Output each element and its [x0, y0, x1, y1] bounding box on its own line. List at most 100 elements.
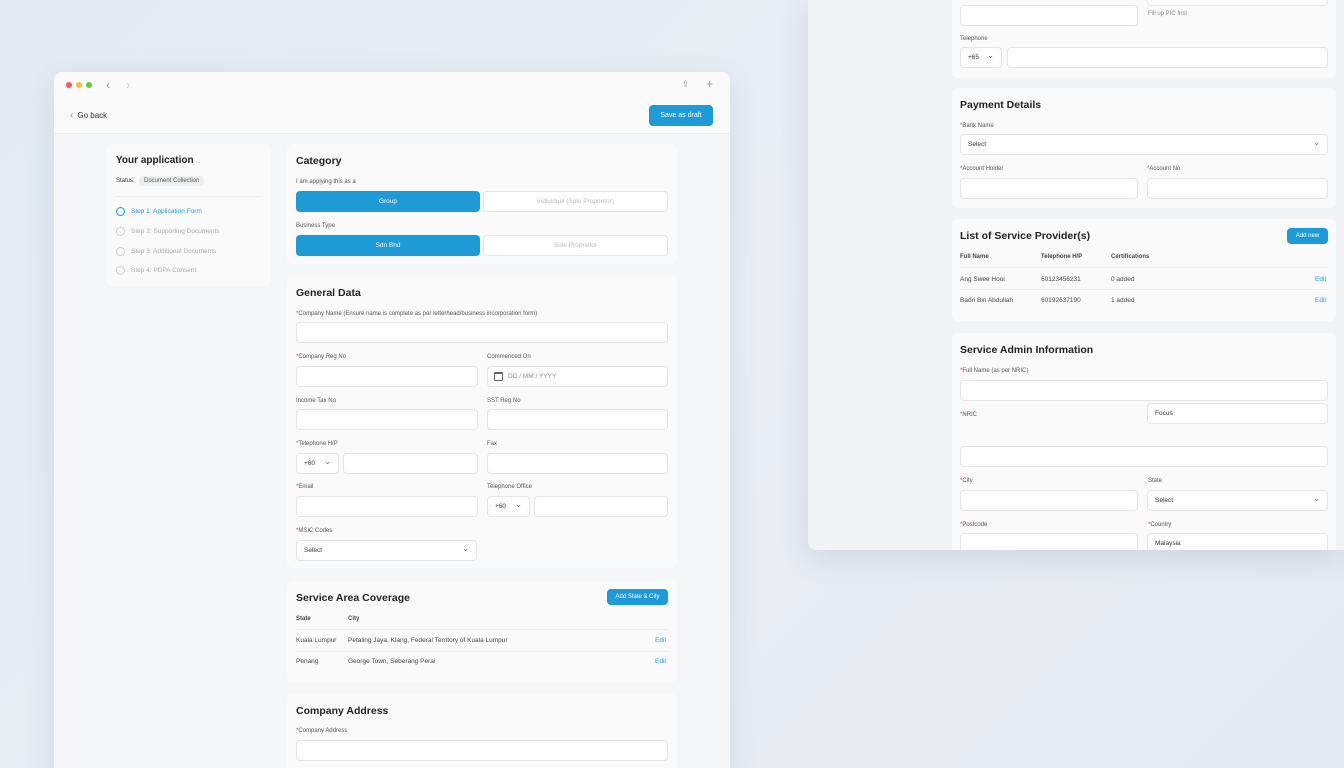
country-select[interactable]: Malaysia — [1147, 533, 1328, 550]
state-select[interactable]: Select ⌄ — [1147, 490, 1328, 511]
commenced-date-input[interactable]: DD / MM / YYYY — [487, 366, 668, 387]
company-reg-input[interactable] — [296, 366, 478, 387]
tel-office-code-select[interactable]: +60 ⌄ — [487, 496, 530, 517]
nric-label-text: NRIC — [962, 412, 978, 418]
role-value: Focus — [1155, 410, 1173, 417]
company-name-input[interactable] — [296, 322, 668, 343]
calendar-icon — [494, 372, 503, 381]
commenced-label: Commenced On — [487, 354, 531, 360]
msic-label-text: MSIC Codes — [298, 528, 333, 534]
account-holder-label: *Account Holder — [960, 166, 1004, 172]
tel-hp-input[interactable] — [343, 453, 478, 474]
income-tax-input[interactable] — [296, 409, 478, 430]
option-sdn-bhd[interactable]: Sdn Bhd — [296, 235, 480, 256]
window-titlebar: ‹ › ⇪ + — [54, 72, 730, 98]
chevron-down-icon: ⌄ — [324, 457, 331, 466]
application-progress-card: Your application Status: Document Collec… — [106, 144, 271, 286]
application-title: Your application — [116, 155, 194, 166]
postcode-input[interactable] — [960, 533, 1138, 550]
divider — [296, 651, 668, 652]
full-name-input[interactable] — [960, 380, 1328, 401]
commenced-placeholder: DD / MM / YYYY — [508, 373, 557, 380]
pic-input[interactable] — [960, 5, 1138, 26]
bank-label-text: Bank Name — [962, 123, 994, 129]
new-tab-icon[interactable]: + — [706, 77, 713, 91]
divider — [116, 196, 261, 197]
forward-arrow-icon[interactable]: › — [126, 77, 130, 92]
service-admin-card: Service Admin Information *Full Name (as… — [952, 333, 1336, 550]
nric-label: *NRIC — [960, 412, 978, 418]
add-state-city-button[interactable]: Add State & City — [607, 589, 668, 605]
application-window-continued: Fill up PIC first Telephone +65 ⌄ Paymen… — [808, 0, 1344, 550]
msic-select[interactable]: Select ⌄ — [296, 540, 477, 561]
fax-label: Fax — [487, 441, 498, 447]
email-input[interactable] — [296, 496, 478, 517]
tel-hp-code-select[interactable]: +60 ⌄ — [296, 453, 339, 474]
close-window-button[interactable] — [66, 82, 72, 88]
certifications-column-header: Certifications — [1111, 254, 1150, 260]
account-no-input[interactable] — [1147, 178, 1328, 199]
step-application-form[interactable]: Step 1: Application Form — [116, 207, 202, 216]
phone-column-header: Telephone H/P — [1041, 254, 1083, 260]
tel-office-input[interactable] — [534, 496, 668, 517]
account-holder-label-text: Account Holder — [962, 166, 1004, 172]
company-name-label: *Company Name (Ensure name is complete a… — [296, 311, 538, 317]
company-name-label-text: Company Name (Ensure name is complete as… — [298, 311, 538, 317]
go-back-link[interactable]: ‹ Go back — [70, 110, 107, 121]
full-name-label: *Full Name (as per NRIC) — [960, 368, 1029, 374]
account-holder-input[interactable] — [960, 178, 1138, 199]
service-providers-card: List of Service Provider(s) Add new Full… — [952, 219, 1336, 321]
edit-provider-link[interactable]: Edit — [1315, 276, 1326, 283]
company-address-label-text: Company Address — [298, 728, 348, 734]
nric-input[interactable]: Focus — [1147, 403, 1328, 424]
back-arrow-icon[interactable]: ‹ — [106, 77, 110, 92]
country-label-text: Country — [1150, 522, 1172, 528]
step-label: Step 1: Application Form — [131, 208, 202, 215]
edit-coverage-link[interactable]: Edit — [655, 658, 666, 665]
provider-phone-cell: 60123456231 — [1041, 276, 1081, 283]
provider-name-cell: Badri Bin Abdullah — [960, 297, 1014, 304]
step-pdpa-consent[interactable]: Step 4: PDPA Consent — [116, 266, 196, 275]
bank-select[interactable]: Select ⌄ — [960, 134, 1328, 155]
coverage-city-cell: Petaling Jaya, Klang, Federal Territory … — [348, 637, 508, 644]
edit-provider-link[interactable]: Edit — [1315, 297, 1326, 304]
sst-input[interactable] — [487, 409, 668, 430]
option-group[interactable]: Group — [296, 191, 480, 212]
chevron-down-icon: ⌄ — [987, 51, 994, 60]
sst-label: SST Reg No — [487, 398, 521, 404]
step-additional-documents[interactable]: Step 3: Additional Documents — [116, 247, 216, 256]
tel-hp-code: +60 — [304, 460, 316, 467]
payment-details-card: Payment Details *Bank Name Select ⌄ *Acc… — [952, 88, 1336, 208]
address-line-input[interactable] — [960, 446, 1328, 467]
general-data-card: General Data *Company Name (Ensure name … — [287, 276, 677, 568]
state-label: State — [1148, 478, 1163, 484]
step-circle-icon — [116, 266, 125, 275]
chevron-down-icon: ⌄ — [462, 544, 469, 553]
company-address-input[interactable] — [296, 740, 668, 761]
provider-certs-cell: 1 added — [1111, 297, 1135, 304]
contact-card: Fill up PIC first Telephone +65 ⌄ — [952, 0, 1336, 78]
status-label: Status: — [116, 178, 135, 184]
option-individual[interactable]: Individual (Sole Proprietor) — [483, 191, 668, 212]
step-supporting-documents[interactable]: Step 2: Supporting Documents — [116, 227, 220, 236]
step-circle-icon — [116, 247, 125, 256]
option-sole-proprietor[interactable]: Sole Proprietor — [483, 235, 668, 256]
share-icon[interactable]: ⇪ — [682, 79, 690, 90]
state-value: Select — [1155, 497, 1174, 504]
minimize-window-button[interactable] — [76, 82, 82, 88]
telephone-input[interactable] — [1007, 47, 1328, 68]
provider-phone-cell: 60192637190 — [1041, 297, 1081, 304]
add-provider-button[interactable]: Add new — [1287, 228, 1328, 244]
tel-hp-label-text: Telephone H/P — [298, 441, 338, 447]
company-address-card: Company Address *Company Address — [287, 694, 677, 768]
maximize-window-button[interactable] — [86, 82, 92, 88]
step-label: Step 2: Supporting Documents — [131, 228, 220, 235]
full-name-label-text: Full Name (as per NRIC) — [962, 368, 1029, 374]
edit-coverage-link[interactable]: Edit — [655, 637, 666, 644]
fax-input[interactable] — [487, 453, 668, 474]
city-input[interactable] — [960, 490, 1138, 511]
save-draft-button[interactable]: Save as draft — [649, 105, 713, 126]
pic-secondary-input[interactable] — [1147, 0, 1328, 6]
telephone-code-select[interactable]: +65 ⌄ — [960, 47, 1002, 68]
status-badge: Document Collection — [139, 176, 205, 186]
